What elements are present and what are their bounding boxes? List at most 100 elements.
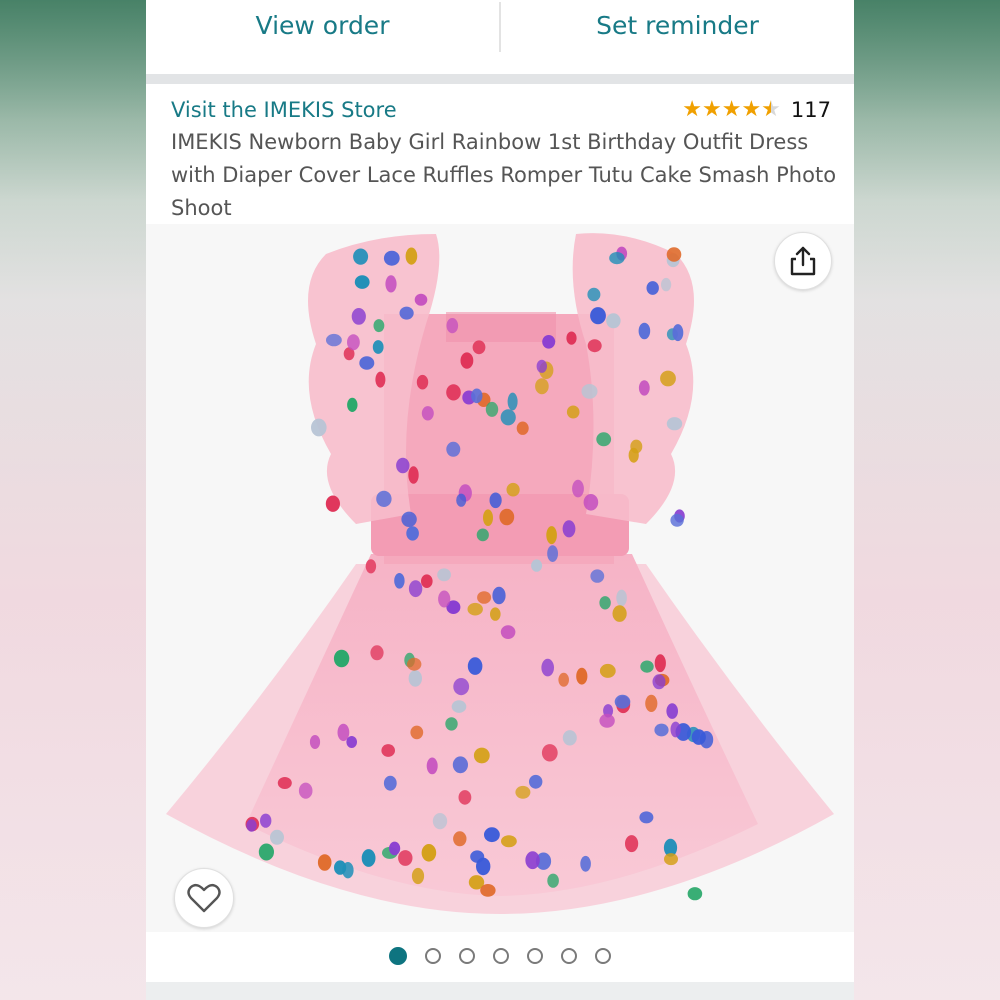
polka-dot [370, 645, 384, 661]
polka-dot [401, 511, 417, 527]
polka-dot [408, 580, 423, 598]
polka-dot [408, 466, 419, 484]
polka-dot [383, 775, 397, 791]
polka-dot [500, 409, 516, 426]
wishlist-button[interactable] [174, 868, 234, 928]
polka-dot [654, 723, 669, 737]
polka-dot [614, 694, 631, 709]
polka-dot [562, 730, 577, 746]
polka-dot [587, 339, 602, 353]
share-button[interactable] [774, 232, 832, 290]
heart-icon [187, 883, 221, 913]
polka-dot [670, 513, 684, 527]
polka-dot [385, 275, 397, 293]
polka-dot [347, 397, 358, 412]
polka-dot [606, 313, 621, 329]
star-icon: ★ [741, 97, 762, 122]
polka-dot [547, 873, 559, 888]
polka-dot [515, 785, 531, 799]
polka-dot [691, 729, 706, 745]
polka-dot [472, 340, 486, 355]
polka-dot [451, 700, 467, 713]
dress-illustration [166, 233, 834, 914]
polka-dot [507, 392, 518, 411]
rating-stars: ★ ★ ★ ★ ★ [682, 99, 781, 121]
polka-dot [646, 281, 659, 295]
polka-dot [536, 359, 547, 373]
polka-dot [558, 672, 569, 687]
product-panel: View order Set reminder Visit the IMEKIS… [146, 0, 854, 1000]
polka-dot [438, 590, 451, 608]
polka-dot [476, 528, 489, 542]
pagination-dot[interactable] [493, 948, 509, 964]
polka-dot [347, 334, 360, 351]
polka-dot [311, 418, 327, 437]
polka-dot [480, 884, 496, 897]
polka-dot [500, 625, 516, 639]
polka-dot [490, 607, 501, 621]
polka-dot [566, 405, 580, 419]
polka-dot [587, 287, 601, 302]
polka-dot [489, 492, 502, 509]
polka-dot [473, 747, 490, 764]
polka-dot [639, 811, 654, 824]
pagination-dot[interactable] [527, 948, 543, 964]
polka-dot [666, 703, 678, 719]
polka-dot [325, 495, 340, 512]
polka-dot [375, 371, 386, 388]
polka-dot [471, 388, 483, 404]
polka-dot [376, 490, 392, 507]
product-image[interactable] [146, 224, 854, 932]
polka-dot [547, 545, 558, 562]
polka-dot [426, 757, 438, 775]
polka-dot [609, 252, 625, 265]
polka-dot [353, 248, 369, 265]
polka-dot [406, 526, 419, 541]
polka-dot [485, 401, 499, 417]
polka-dot [666, 247, 682, 262]
polka-dot [394, 573, 405, 589]
polka-dot [638, 322, 651, 340]
polka-dot [467, 657, 483, 675]
product-title: IMEKIS Newborn Baby Girl Rainbow 1st Bir… [171, 130, 837, 220]
polka-dot [666, 417, 683, 431]
polka-dot [525, 851, 540, 870]
polka-dot [298, 782, 313, 799]
polka-dot [630, 439, 643, 454]
set-reminder-button[interactable]: Set reminder [501, 0, 854, 50]
pagination-dot[interactable] [459, 948, 475, 964]
rating[interactable]: ★ ★ ★ ★ ★ 117 [682, 98, 831, 122]
view-order-button[interactable]: View order [146, 0, 499, 50]
polka-dot [309, 735, 321, 749]
polka-dot [416, 374, 429, 390]
pagination-dot[interactable] [561, 948, 577, 964]
polka-dot [260, 813, 272, 828]
pagination-dot[interactable] [595, 948, 611, 964]
image-pagination [146, 942, 854, 970]
share-icon [790, 246, 816, 276]
polka-dot [542, 335, 556, 349]
polka-dot [399, 306, 414, 320]
polka-dot [616, 589, 627, 607]
polka-dot [405, 247, 418, 265]
star-icon: ★ [701, 97, 722, 122]
star-icon: ★ [721, 97, 742, 122]
polka-dot [361, 849, 376, 867]
polka-dot [359, 356, 375, 370]
polka-dot [333, 649, 350, 668]
polka-dot [664, 853, 678, 866]
polka-dot [258, 843, 274, 861]
store-rating-row: Visit the IMEKIS Store ★ ★ ★ ★ ★ 117 [171, 94, 831, 126]
visit-store-link[interactable]: Visit the IMEKIS Store [171, 98, 397, 122]
polka-dot [458, 790, 472, 805]
polka-dot [516, 421, 529, 435]
polka-dot [351, 308, 366, 325]
polka-dot [453, 831, 467, 847]
polka-dot [687, 887, 703, 901]
star-icon: ★ [682, 97, 702, 122]
polka-dot [581, 384, 598, 399]
pagination-dot[interactable] [389, 947, 407, 965]
pagination-dot[interactable] [425, 948, 441, 964]
rating-count[interactable]: 117 [791, 98, 831, 122]
polka-dot [492, 586, 506, 605]
